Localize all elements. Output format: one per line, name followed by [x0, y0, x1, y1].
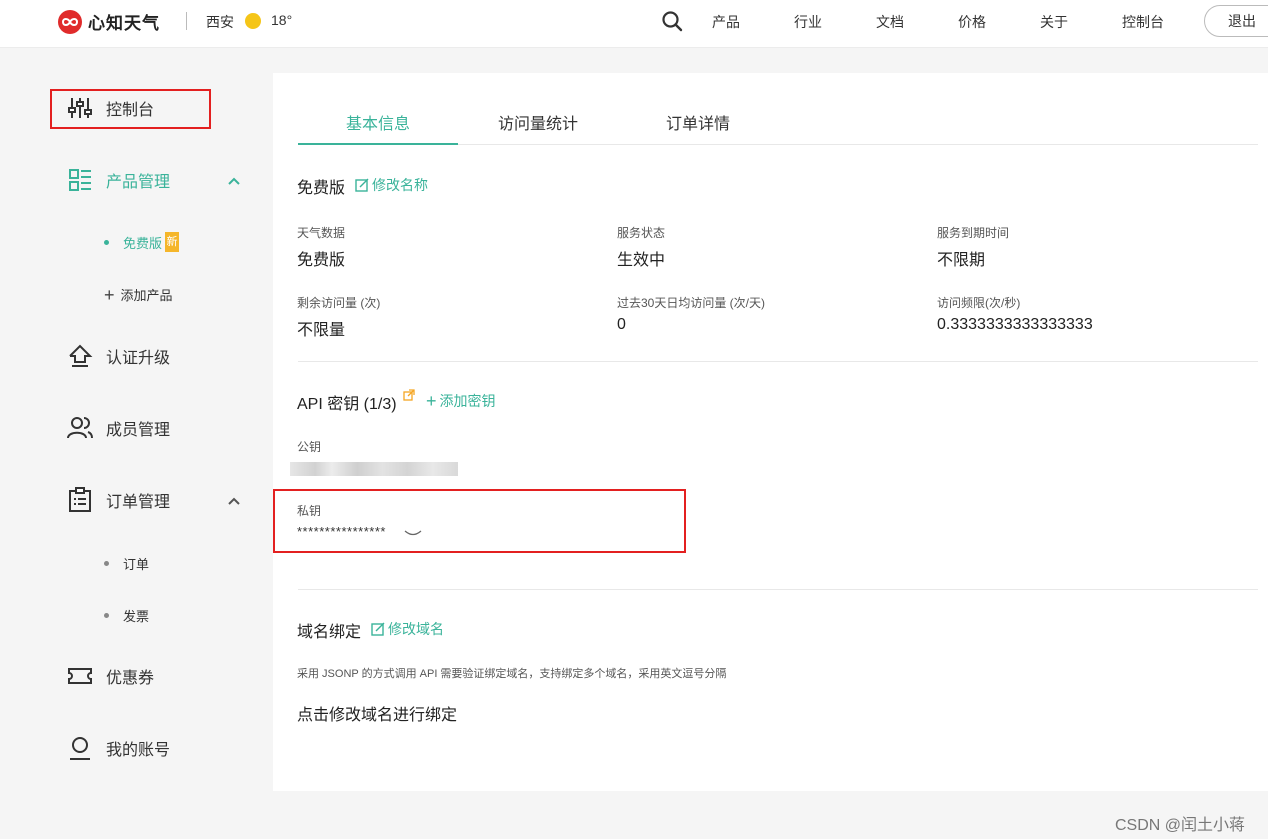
sidebar-item-invoice[interactable]: 发票 — [104, 606, 149, 625]
tab-order-details[interactable]: 订单详情 — [618, 110, 778, 145]
sidebar-item-member-mgmt[interactable]: 成员管理 — [66, 414, 170, 442]
field-label: 访问频限(次/秒) — [937, 296, 1021, 310]
plus-icon: + — [426, 391, 437, 411]
edit-domain-label: 修改域名 — [388, 621, 444, 637]
bullet-dot — [104, 239, 109, 245]
sidebar-item-cert-upgrade[interactable]: 认证升级 — [66, 342, 170, 370]
bullet-dot — [104, 561, 109, 566]
divider — [298, 361, 1258, 362]
external-link-icon[interactable] — [403, 389, 415, 401]
sidebar-item-label: 订单管理 — [106, 494, 171, 511]
divider — [298, 589, 1258, 590]
field-value: 0.3333333333333333 — [937, 316, 1093, 333]
domain-description: 采用 JSONP 的方式调用 API 需要验证绑定域名，支持绑定多个域名，采用英… — [297, 668, 727, 680]
sidebar-item-coupons[interactable]: 优惠券 — [66, 662, 154, 690]
sidebar-item-label: 订单 — [123, 557, 150, 572]
sidebar-item-free-plan[interactable]: 免费版 新 — [104, 232, 180, 252]
field-value: 不限期 — [937, 252, 986, 269]
rename-label: 修改名称 — [372, 177, 428, 193]
top-navbar: 心知天气 西安 18° 产品 行业 文档 价格 关于 控制台 退出 — [0, 0, 1268, 48]
tab-bar: 基本信息 访问量统计 订单详情 — [298, 100, 1258, 145]
ticket-icon — [68, 668, 92, 684]
field-label: 服务状态 — [617, 226, 666, 240]
city-label[interactable]: 西安 — [206, 12, 234, 32]
rename-link[interactable]: 修改名称 — [355, 175, 428, 195]
plan-name: 免费版 — [297, 180, 346, 197]
logo-icon — [58, 9, 82, 34]
watermark: CSDN @闰土小蒋 — [1115, 817, 1246, 834]
user-icon — [70, 737, 90, 760]
sidebar-item-order-mgmt[interactable]: 订单管理 — [66, 486, 170, 514]
temperature: 18° — [271, 12, 293, 28]
field-value: 不限量 — [297, 322, 346, 339]
public-key-value-blurred — [290, 462, 458, 476]
eye-closed-icon[interactable] — [404, 529, 422, 537]
domain-title: 域名绑定 — [297, 624, 362, 641]
search-icon[interactable] — [661, 10, 683, 32]
tab-basic-info[interactable]: 基本信息 — [298, 110, 458, 145]
highlight-box-console — [50, 89, 211, 129]
add-key-link[interactable]: + 添加密钥 — [426, 391, 496, 411]
sidebar-item-orders[interactable]: 订单 — [104, 554, 149, 573]
highlight-box-private-key — [273, 489, 686, 553]
bullet-dot — [104, 613, 109, 618]
field-label: 服务到期时间 — [937, 226, 1010, 240]
field-value: 0 — [617, 316, 626, 333]
field-value: 免费版 — [297, 252, 346, 269]
field-label: 天气数据 — [297, 226, 346, 240]
logo[interactable]: 心知天气 — [58, 9, 160, 34]
nav-industries[interactable]: 行业 — [794, 12, 822, 32]
edit-icon — [371, 622, 385, 636]
users-icon — [67, 417, 93, 439]
logo-text: 心知天气 — [88, 14, 160, 33]
tab-traffic-stats[interactable]: 访问量统计 — [458, 110, 618, 145]
sidebar-item-label: 我的账号 — [106, 742, 171, 759]
field-label: 过去30天日均访问量 (次/天) — [617, 296, 766, 310]
edit-domain-link[interactable]: 修改域名 — [371, 619, 444, 639]
clipboard-icon — [69, 487, 91, 512]
plus-icon: + — [104, 284, 115, 305]
chevron-up-icon[interactable] — [227, 174, 241, 188]
sidebar-item-my-account[interactable]: 我的账号 — [66, 734, 170, 762]
sun-icon — [245, 13, 261, 29]
nav-pricing[interactable]: 价格 — [958, 12, 986, 32]
nav-docs[interactable]: 文档 — [876, 12, 904, 32]
sidebar-item-label: 优惠券 — [106, 670, 155, 687]
api-key-title: API 密钥 (1/3) — [297, 396, 397, 413]
field-value: 生效中 — [617, 252, 666, 269]
new-badge: 新 — [165, 232, 180, 252]
domain-hint: 点击修改域名进行绑定 — [297, 707, 458, 724]
nav-about[interactable]: 关于 — [1040, 12, 1068, 32]
nav-products[interactable]: 产品 — [712, 12, 740, 32]
chevron-up-icon[interactable] — [227, 494, 241, 508]
sidebar-item-product-mgmt[interactable]: 产品管理 — [66, 166, 170, 194]
public-key-label: 公钥 — [297, 440, 322, 454]
upgrade-icon — [69, 344, 93, 367]
grid-list-icon — [69, 169, 91, 191]
sidebar-item-label: 认证升级 — [106, 350, 171, 367]
sidebar-item-label: 成员管理 — [106, 422, 171, 439]
sidebar-item-label: 添加产品 — [120, 288, 173, 303]
nav-console[interactable]: 控制台 — [1122, 12, 1164, 32]
private-key-value: **************** — [297, 524, 386, 539]
add-key-label: 添加密钥 — [439, 393, 496, 409]
sidebar-item-label: 产品管理 — [106, 174, 171, 191]
sidebar-item-add-product[interactable]: + 添加产品 — [104, 285, 173, 304]
sidebar-item-label: 发票 — [123, 609, 150, 624]
divider — [186, 12, 187, 30]
private-key-label: 私钥 — [297, 504, 322, 518]
edit-icon — [355, 178, 369, 192]
field-label: 剩余访问量 (次) — [297, 296, 381, 310]
logout-button[interactable]: 退出 — [1204, 5, 1268, 37]
sidebar-item-label: 免费版 — [123, 235, 163, 251]
